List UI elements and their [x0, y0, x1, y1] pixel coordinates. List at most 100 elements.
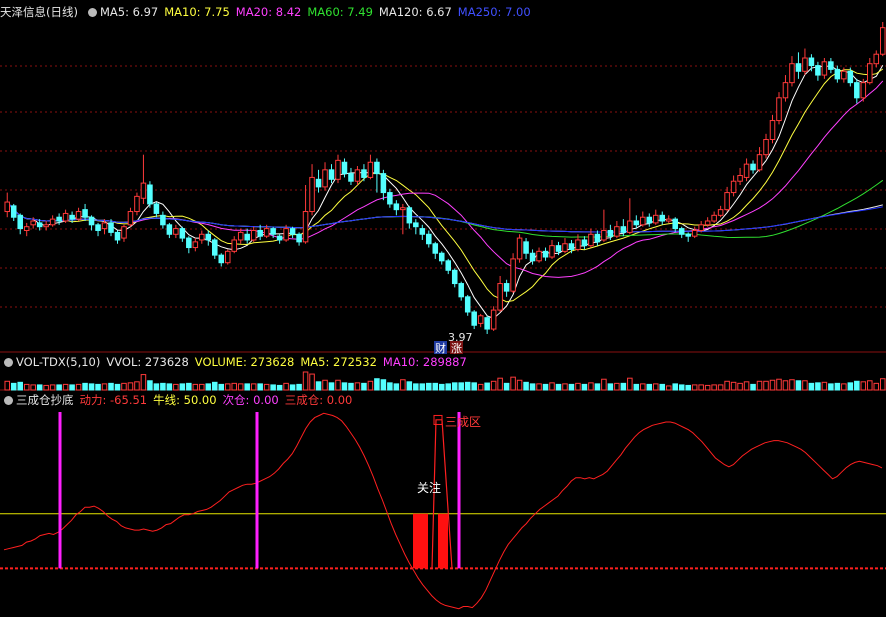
candle-body	[691, 229, 698, 237]
candle-body	[166, 224, 173, 235]
volume-bar	[640, 383, 646, 391]
candle-body	[147, 184, 153, 205]
marker-zhang: 涨	[451, 342, 462, 355]
volume-bar	[56, 384, 62, 391]
volume-bar	[250, 383, 257, 391]
volume-bar	[276, 384, 283, 391]
candle-body	[607, 229, 614, 237]
marker-cai: 财	[435, 341, 446, 355]
volume-bar	[782, 380, 789, 391]
volume-bar	[581, 383, 588, 391]
candle-body	[588, 233, 594, 247]
volume-bar	[88, 383, 95, 391]
candle-body	[361, 169, 367, 178]
candle-body	[380, 173, 387, 194]
candle-body	[633, 220, 640, 226]
volume-bar	[542, 383, 549, 391]
candle-body	[224, 250, 231, 264]
volume-bar	[575, 382, 581, 391]
volume-bar	[160, 382, 166, 391]
candle-body	[815, 65, 821, 76]
volume-bar	[380, 379, 387, 391]
volume-bar	[627, 377, 633, 391]
candle-body	[724, 192, 730, 211]
candle-body	[490, 309, 497, 330]
volume-bar	[646, 383, 653, 391]
volume-bar	[594, 383, 601, 391]
volume-bar	[10, 382, 17, 391]
volume-bar	[296, 383, 302, 391]
volume-bar	[82, 382, 88, 391]
ma5-line	[6, 64, 884, 319]
volume-bar	[367, 380, 374, 391]
volume-bar	[678, 384, 685, 391]
candle-body	[328, 169, 335, 180]
candle-body	[62, 212, 69, 222]
volume-bar	[315, 381, 322, 391]
stock-chart[interactable]: 3.97 财 涨 关注 三成区	[0, 0, 886, 617]
candle-body	[847, 70, 854, 84]
candle-body	[432, 243, 439, 254]
volume-bar	[322, 379, 328, 391]
candle-body	[289, 228, 296, 235]
candle-body	[743, 163, 750, 178]
volume-bar	[438, 383, 445, 391]
candle-body	[678, 228, 685, 235]
candle-body	[665, 218, 672, 222]
volume-bar	[257, 383, 263, 391]
candle-body	[237, 231, 244, 241]
candle-body	[426, 233, 432, 245]
candle-body	[43, 224, 49, 228]
candle-body	[776, 97, 782, 122]
candle-body	[315, 178, 322, 188]
volume-bar	[620, 382, 627, 391]
volume-bar	[516, 379, 523, 391]
volume-bar	[237, 383, 244, 391]
candle-body	[95, 224, 101, 231]
candle-body	[302, 211, 309, 243]
candle-body	[231, 239, 237, 252]
volume-bar	[601, 378, 607, 391]
candle-body	[114, 231, 121, 241]
volume-bar	[698, 384, 704, 391]
candle-body	[867, 63, 873, 84]
candle-body	[406, 207, 413, 224]
volume-bar	[451, 382, 458, 391]
volume-bar	[186, 382, 192, 391]
candle-body	[614, 226, 620, 237]
candle-body	[451, 269, 458, 285]
candle-body	[458, 283, 464, 298]
volume-bar	[62, 383, 69, 391]
volume-bar	[166, 383, 173, 391]
volume-bar	[218, 383, 225, 391]
candle-body	[523, 241, 529, 254]
candle-body	[477, 315, 484, 324]
candle-body	[756, 154, 763, 171]
candle-body	[730, 180, 737, 194]
candle-body	[464, 296, 471, 313]
volume-bar	[224, 383, 231, 391]
volume-bar	[659, 383, 666, 391]
volume-bar	[562, 383, 568, 391]
candle-body	[413, 222, 419, 228]
volume-bar	[879, 378, 886, 391]
volume-bar	[283, 382, 289, 391]
volume-bar	[309, 373, 315, 391]
volume-bar	[847, 382, 854, 391]
candle-body	[257, 229, 263, 237]
volume-bar	[523, 381, 529, 391]
volume-bar	[108, 382, 114, 391]
candle-body	[601, 229, 607, 241]
candle-body	[620, 226, 627, 233]
candle-body	[250, 229, 257, 241]
volume-bar	[834, 382, 841, 391]
candle-body	[30, 220, 36, 226]
candle-body	[322, 169, 328, 188]
sanchengcang-bar-0	[413, 513, 428, 569]
candle-body	[335, 159, 341, 180]
volume-bar	[387, 382, 393, 391]
volume-bar	[413, 383, 419, 391]
candle-body	[510, 258, 516, 292]
candle-body	[841, 70, 847, 80]
volume-bar	[737, 382, 743, 391]
